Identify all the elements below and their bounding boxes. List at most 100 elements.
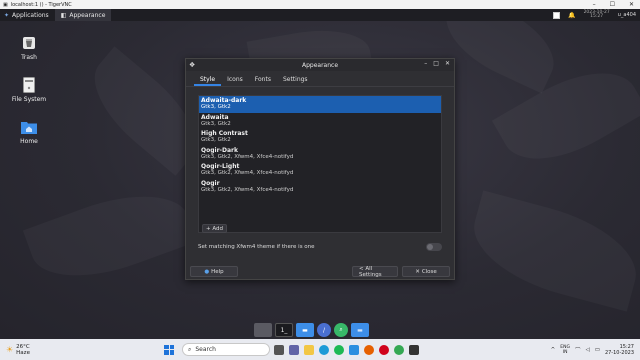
theme-name: Qogir-Light xyxy=(201,163,240,170)
desktop-icon-file-system[interactable]: File System xyxy=(4,77,54,103)
magnifier-icon: ⌕ xyxy=(339,326,343,333)
help-button[interactable]: ● Help xyxy=(190,266,238,277)
top-panel: ✦ Applications ◧ Appearance 🔔 2023-10-27… xyxy=(0,9,640,21)
theme-item-adwaita[interactable]: Adwaita Gtk3, Gtk2 xyxy=(199,113,441,130)
spotify-icon[interactable] xyxy=(334,344,344,355)
chrome-icon[interactable] xyxy=(394,344,404,355)
tab-icons[interactable]: Icons xyxy=(221,74,249,86)
dialog-title-bar[interactable]: ❖ Appearance – □ ✕ xyxy=(186,59,454,71)
user-menu[interactable]: u_a404 xyxy=(618,12,636,18)
applications-label: Applications xyxy=(12,11,49,19)
maximize-icon[interactable]: □ xyxy=(433,60,439,67)
tab-settings[interactable]: Settings xyxy=(277,74,314,86)
tigervnc-icon[interactable] xyxy=(409,344,419,355)
taskbar-apps xyxy=(274,344,419,355)
desktop-icon-home[interactable]: Home xyxy=(4,119,54,145)
all-settings-button[interactable]: < All Settings xyxy=(352,265,398,278)
weather-condition: Haze xyxy=(16,349,30,356)
bell-icon[interactable]: 🔔 xyxy=(568,12,575,19)
dock-show-desktop[interactable] xyxy=(254,323,272,337)
dock-app-finder[interactable]: ⌕ xyxy=(334,323,348,337)
theme-support: Gtk3, Gtk2, Xfwm4, Xfce4-notifyd xyxy=(201,153,294,160)
match-xfwm4-toggle[interactable] xyxy=(426,243,442,251)
dock-file-manager[interactable]: ▬ xyxy=(296,323,314,337)
desktop-icon-label: File System xyxy=(11,96,47,103)
close-label: Close xyxy=(421,268,437,275)
desktop-icon-label: Trash xyxy=(21,54,37,61)
theme-name: Adwaita xyxy=(201,113,229,121)
theme-item-qogir[interactable]: Qogir Gtk3, Gtk2, Xfwm4, Xfce4-notifyd xyxy=(199,179,441,196)
tab-style[interactable]: Style xyxy=(194,74,222,86)
home-folder-icon xyxy=(21,119,37,135)
applications-icon: ✦ xyxy=(4,11,10,19)
close-icon[interactable]: ✕ xyxy=(629,1,634,8)
file-explorer-icon[interactable] xyxy=(304,344,314,355)
start-button[interactable] xyxy=(164,344,174,355)
windows-taskbar: ☀ 26°C Haze ⌕ Search ^ ENG IN ⌒ ◁ ▭ 15:2… xyxy=(0,339,640,360)
minimize-icon[interactable]: – xyxy=(424,60,427,67)
search-icon: ⌕ xyxy=(188,345,192,353)
taskbar-date: 27-10-2023 xyxy=(604,349,634,356)
panel-clock[interactable]: 2023-10-27 15:27 xyxy=(584,10,610,20)
desktop-icon-label: Home xyxy=(20,138,38,145)
theme-item-adwaita-dark[interactable]: Adwaita-dark Gtk3, Gtk2 xyxy=(199,96,441,113)
firefox-icon[interactable] xyxy=(364,344,374,355)
weather-widget[interactable]: ☀ 26°C Haze xyxy=(0,344,120,356)
lang-top: ENG xyxy=(560,344,570,350)
task-view-icon[interactable] xyxy=(274,344,284,355)
weather-temp: 26°C xyxy=(16,343,30,350)
tray-app-icon[interactable] xyxy=(553,11,561,19)
dock-home-folder[interactable]: ▬ xyxy=(351,323,369,337)
add-theme-button[interactable]: + Add xyxy=(202,224,228,233)
search-box[interactable]: ⌕ Search xyxy=(182,343,270,356)
vscode-icon[interactable] xyxy=(349,344,359,355)
teams-icon[interactable] xyxy=(289,344,299,355)
match-xfwm4-row: Set matching Xfwm4 theme if there is one xyxy=(198,243,442,251)
system-tray: ^ ENG IN ⌒ ◁ ▭ 15:27 27-10-2023 xyxy=(551,344,640,356)
theme-support: Gtk3, Gtk2, Xfwm4, Xfce4-notifyd xyxy=(201,170,294,176)
theme-support: Gtk3, Gtk2 xyxy=(201,104,231,110)
tab-fonts[interactable]: Fonts xyxy=(249,74,277,86)
theme-item-qogir-light[interactable]: Qogir-Light Gtk3, Gtk2, Xfwm4, Xfce4-not… xyxy=(199,162,441,179)
dialog-title: Appearance xyxy=(301,61,339,69)
help-icon: ● xyxy=(204,268,210,275)
dock-browser[interactable]: / xyxy=(317,323,331,337)
wifi-icon[interactable]: ⌒ xyxy=(575,346,581,354)
vnc-title-bar: ▣ localhost:1 () - TigerVNC – ☐ ✕ xyxy=(0,0,640,9)
maximize-icon[interactable]: ☐ xyxy=(610,1,615,8)
theme-name: Qogir xyxy=(201,179,220,187)
appearance-app-icon: ❖ xyxy=(189,61,196,69)
theme-list[interactable]: Adwaita-dark Gtk3, Gtk2 Adwaita Gtk3, Gt… xyxy=(198,95,442,233)
vnc-title: localhost:1 () - TigerVNC xyxy=(10,1,72,8)
battery-icon[interactable]: ▭ xyxy=(595,347,600,353)
drive-icon xyxy=(21,77,37,93)
dock: 1_ ▬ / ⌕ ▬ xyxy=(254,322,369,338)
edge-icon[interactable] xyxy=(319,344,329,355)
theme-support: Gtk3, Gtk2 xyxy=(201,137,231,143)
opera-icon[interactable] xyxy=(379,344,389,355)
language-indicator[interactable]: ENG IN xyxy=(560,345,570,355)
close-button[interactable]: ✕ Close xyxy=(402,266,450,277)
all-settings-label: < All Settings xyxy=(359,265,382,278)
speaker-icon[interactable]: ◁ xyxy=(586,347,590,353)
theme-support: Gtk3, Gtk2 xyxy=(201,120,231,127)
chevron-up-icon[interactable]: ^ xyxy=(551,347,556,353)
dialog-button-row: ● Help < All Settings ✕ Close xyxy=(186,263,454,280)
dock-terminal[interactable]: 1_ xyxy=(275,323,293,337)
folder-icon: ▬ xyxy=(357,326,363,334)
trash-icon xyxy=(21,35,37,51)
close-icon[interactable]: ✕ xyxy=(445,60,450,67)
taskbar-clock[interactable]: 15:27 27-10-2023 xyxy=(605,344,634,356)
taskbar-item-appearance[interactable]: ◧ Appearance xyxy=(54,9,112,21)
match-xfwm4-label: Set matching Xfwm4 theme if there is one xyxy=(198,244,315,250)
lang-bottom: IN xyxy=(562,349,568,355)
globe-icon: / xyxy=(322,326,326,334)
applications-menu[interactable]: ✦ Applications xyxy=(0,9,53,21)
theme-name: High Contrast xyxy=(201,130,248,137)
minimize-icon[interactable]: – xyxy=(593,1,596,8)
haze-icon: ☀ xyxy=(6,345,14,354)
theme-item-high-contrast[interactable]: High Contrast Gtk3, Gtk2 xyxy=(199,129,441,146)
desktop-icon-trash[interactable]: Trash xyxy=(4,35,54,61)
theme-item-qogir-dark[interactable]: Qogir-Dark Gtk3, Gtk2, Xfwm4, Xfce4-noti… xyxy=(199,146,441,163)
task-label: Appearance xyxy=(69,11,106,19)
